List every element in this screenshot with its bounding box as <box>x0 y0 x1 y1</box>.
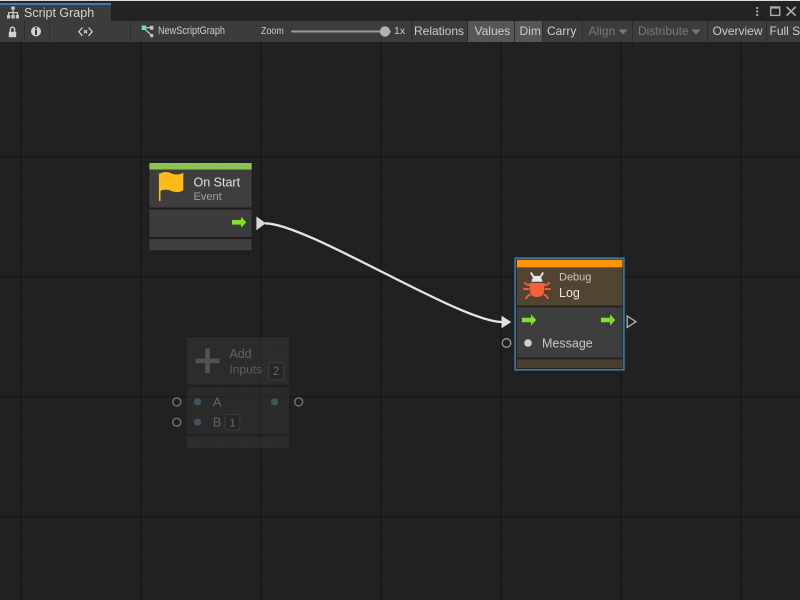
svg-text:Message: Message <box>542 336 593 350</box>
svg-text:Inputs: Inputs <box>229 362 262 376</box>
svg-text:A: A <box>213 394 222 409</box>
svg-text:Add: Add <box>229 347 251 361</box>
svg-text:Event: Event <box>194 191 222 203</box>
svg-text:Debug: Debug <box>559 272 591 284</box>
svg-text:2: 2 <box>273 366 279 378</box>
svg-text:Log: Log <box>559 286 580 300</box>
svg-text:1: 1 <box>229 418 235 430</box>
svg-text:B: B <box>213 415 222 430</box>
svg-text:On Start: On Start <box>194 176 241 190</box>
